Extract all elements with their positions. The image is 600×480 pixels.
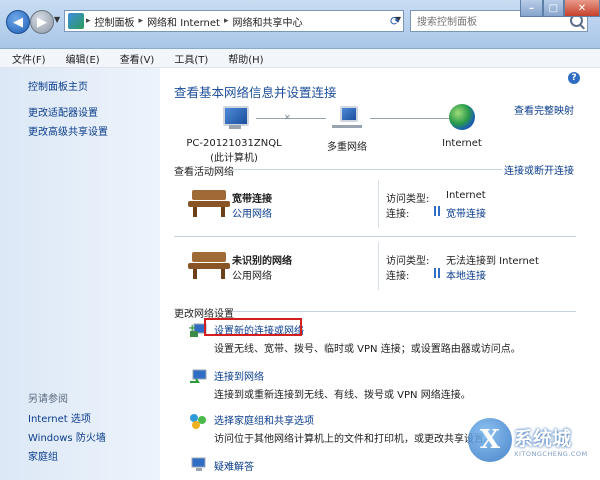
connection-label: 连接: <box>386 271 410 282</box>
see-also-heading: 另请参阅 <box>28 394 68 405</box>
sidebar: 控制面板主页 更改适配器设置 更改高级共享设置 另请参阅 Internet 选项… <box>0 68 160 480</box>
setup-new-connection-desc: 设置无线、宽带、拨号、临时或 VPN 连接；或设置路由器或访问点。 <box>214 344 521 355</box>
link-x-icon: ✕ <box>284 113 291 122</box>
menu-tools[interactable]: 工具(T) <box>162 51 216 66</box>
see-also-windows-firewall[interactable]: Windows 防火墙 <box>28 429 106 444</box>
close-button[interactable]: ✕ <box>563 0 600 17</box>
connect-disconnect-link[interactable]: 连接或断开连接 <box>504 162 574 177</box>
page-title: 查看基本网络信息并设置连接 <box>174 85 337 100</box>
help-icon[interactable]: ? <box>568 72 580 84</box>
watermark-logo-icon: X <box>468 418 512 462</box>
divider <box>378 180 379 228</box>
address-bar[interactable]: ▸ 控制面板 ▸ 网络和 Internet ▸ 网络和共享中心 ▼ <box>64 10 404 32</box>
watermark: X 系统城 XITONGCHENG.COM <box>464 414 594 474</box>
maximize-button[interactable]: □ <box>542 0 564 17</box>
homegroup-icon <box>190 414 206 429</box>
menu-help[interactable]: 帮助(H) <box>216 51 271 66</box>
see-also-internet-options[interactable]: Internet 选项 <box>28 410 91 425</box>
breadcrumb-network-internet[interactable]: 网络和 Internet <box>143 14 224 29</box>
globe-icon <box>449 104 475 130</box>
see-also-homegroup[interactable]: 家庭组 <box>28 448 58 463</box>
watermark-text: 系统城 <box>514 428 572 450</box>
network-type: 公用网络 <box>232 271 272 282</box>
menu-file[interactable]: 文件(F) <box>0 51 54 66</box>
divider <box>230 169 502 170</box>
active-networks-heading: 查看活动网络 <box>174 167 234 178</box>
multiple-networks-label: 多重网络 <box>327 142 367 153</box>
connect-network-icon <box>190 369 207 383</box>
refresh-button[interactable]: ⟳ <box>386 11 404 31</box>
sidebar-item-change-adapter-settings[interactable]: 更改适配器设置 <box>28 104 98 119</box>
divider <box>232 311 576 312</box>
highlight-annotation-box <box>204 318 302 336</box>
breadcrumb-network-sharing-center[interactable]: 网络和共享中心 <box>228 14 306 29</box>
menu-bar: 文件(F) 编辑(E) 查看(V) 工具(T) 帮助(H) <box>0 49 600 68</box>
title-bar: ◀ ▶ ▼ ▸ 控制面板 ▸ 网络和 Internet ▸ 网络和共享中心 ▼ … <box>0 0 600 49</box>
svg-text:+: + <box>188 323 196 334</box>
map-node-computer: PC-20121031ZNQL (此计算机) <box>184 104 284 164</box>
control-panel-icon <box>68 13 84 29</box>
sidebar-item-control-panel-home[interactable]: 控制面板主页 <box>28 78 88 93</box>
homegroup-sharing-desc: 访问位于其他网络计算机上的文件和打印机，或更改共享设置。 <box>214 434 494 445</box>
network-type-link[interactable]: 公用网络 <box>232 205 272 220</box>
bench-icon <box>188 250 230 280</box>
access-type-value: 无法连接到 Internet <box>446 256 539 267</box>
forward-button[interactable]: ▶ <box>30 10 54 34</box>
connect-to-network-desc: 连接到或重新连接到无线、有线、拨号或 VPN 网络连接。 <box>214 390 471 401</box>
breadcrumb-control-panel[interactable]: 控制面板 <box>91 14 139 29</box>
connection-link[interactable]: 宽带连接 <box>446 205 486 220</box>
sidebar-item-advanced-sharing[interactable]: 更改高级共享设置 <box>28 123 108 138</box>
recent-pages-dropdown[interactable]: ▼ <box>54 15 60 24</box>
homegroup-sharing-link[interactable]: 选择家庭组和共享选项 <box>214 412 314 427</box>
divider <box>378 242 379 290</box>
troubleshoot-icon <box>191 457 206 471</box>
map-node-multiple-networks: 多重网络 <box>312 104 382 153</box>
signal-icon <box>434 206 440 216</box>
network-name: 未识别的网络 <box>232 256 292 267</box>
internet-label: Internet <box>442 138 482 149</box>
network-icon <box>332 104 362 132</box>
menu-view[interactable]: 查看(V) <box>108 51 163 66</box>
window-controls: – □ ✕ <box>520 0 600 18</box>
access-type-label: 访问类型: <box>386 256 430 267</box>
access-type-label: 访问类型: <box>386 194 430 205</box>
map-node-internet: Internet <box>432 104 492 149</box>
view-full-map-link[interactable]: 查看完整映射 <box>514 102 574 117</box>
divider <box>174 236 576 237</box>
access-type-value: Internet <box>446 190 486 201</box>
connect-to-network-link[interactable]: 连接到网络 <box>214 368 264 383</box>
network-name: 宽带连接 <box>232 194 272 205</box>
back-button[interactable]: ◀ <box>6 10 30 34</box>
troubleshoot-link[interactable]: 疑难解答 <box>214 458 254 473</box>
computer-sub-label: (此计算机) <box>210 153 258 164</box>
connection-link[interactable]: 本地连接 <box>446 267 486 282</box>
watermark-url: XITONGCHENG.COM <box>514 450 588 458</box>
bench-icon <box>188 188 230 218</box>
signal-icon <box>434 268 440 278</box>
minimize-button[interactable]: – <box>520 0 543 17</box>
computer-icon <box>219 104 249 132</box>
connection-label: 连接: <box>386 209 410 220</box>
menu-edit[interactable]: 编辑(E) <box>54 51 108 66</box>
computer-name: PC-20121031ZNQL <box>186 138 282 149</box>
